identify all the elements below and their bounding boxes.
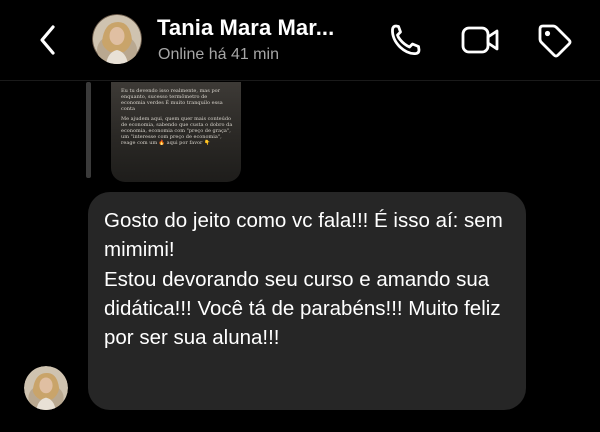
story-preview[interactable]: Eu tu devendo isso realmente, mas por en… — [111, 82, 241, 182]
tag-icon[interactable] — [534, 20, 574, 60]
story-paragraph: Eu tu devendo isso realmente, mas por en… — [121, 88, 223, 112]
contact-name[interactable]: Tania Mara Mar... — [157, 15, 334, 41]
message-bubble[interactable]: Gosto do jeito como vc fala!!! É isso aí… — [88, 192, 526, 410]
chevron-left-icon[interactable] — [34, 22, 64, 58]
phone-icon[interactable] — [385, 20, 425, 60]
avatar[interactable] — [92, 14, 142, 64]
chat-header: Tania Mara Mar... Online há 41 min — [0, 0, 600, 81]
reply-thread-line — [86, 82, 91, 178]
story-paragraph: Me ajudem aqui, quem quer mais conteúdo … — [121, 116, 233, 146]
message-text: Gosto do jeito como vc fala!!! É isso aí… — [104, 209, 503, 350]
story-preview-text: Eu tu devendo isso realmente, mas por en… — [121, 88, 233, 150]
online-status: Online há 41 min — [158, 46, 279, 63]
sender-avatar[interactable] — [24, 366, 68, 410]
video-camera-icon[interactable] — [460, 20, 500, 60]
